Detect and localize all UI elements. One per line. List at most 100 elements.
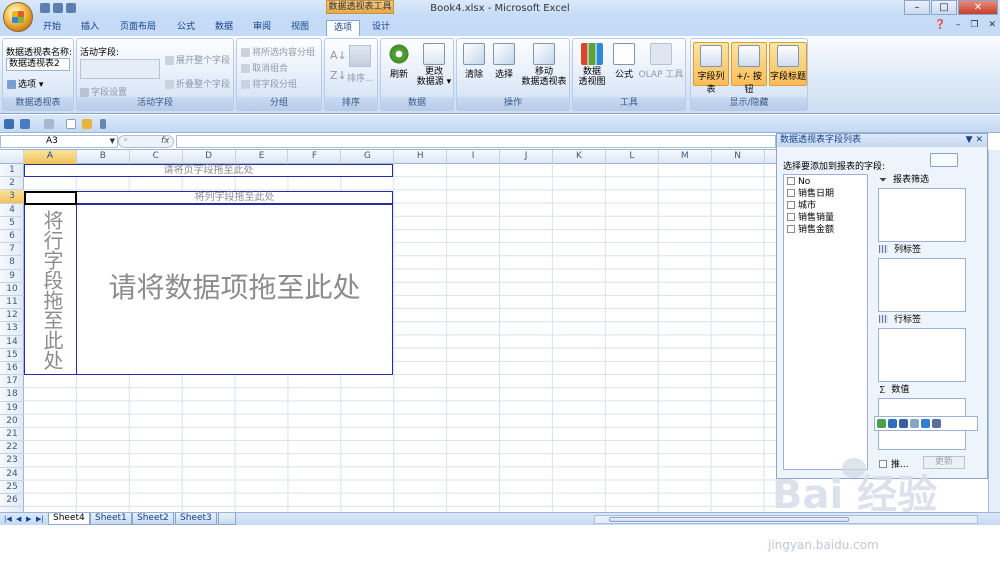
selected-cell-a3[interactable] [24, 190, 77, 205]
row-header[interactable]: 17 [0, 375, 24, 389]
row-header[interactable]: 6 [0, 230, 24, 244]
row-header[interactable]: 1 [0, 164, 24, 178]
ungroup-button[interactable]: 取消组合 [241, 61, 288, 74]
insert-function-icon[interactable]: fx [161, 136, 170, 147]
row-header[interactable]: 9 [0, 270, 24, 283]
group-field-button[interactable]: 将字段分组 [241, 77, 297, 90]
report-filter-area[interactable] [878, 188, 966, 242]
maximize-button[interactable]: □ [931, 0, 957, 15]
ime-moon-icon[interactable] [899, 419, 908, 428]
row-header[interactable]: 26 [0, 494, 24, 508]
tab-insert[interactable]: 插入 [74, 20, 106, 36]
pivot-options-button[interactable]: 选项 ▾ [7, 77, 43, 90]
select-button[interactable]: 选择 [491, 43, 517, 80]
formula-input[interactable] [176, 135, 776, 148]
row-header[interactable]: 8 [0, 256, 24, 270]
column-header[interactable]: G [341, 150, 395, 164]
cancel-icon[interactable]: ◦ [123, 136, 128, 147]
row-header[interactable]: 15 [0, 349, 24, 362]
field-list-button[interactable]: 字段列表 [693, 42, 729, 95]
row-header[interactable]: 22 [0, 441, 24, 455]
row-header[interactable]: 4 [0, 204, 24, 217]
column-header[interactable]: C [130, 150, 183, 164]
panel-layout-button[interactable] [930, 153, 958, 167]
column-header[interactable]: F [289, 150, 342, 164]
wb-close-button[interactable]: ✕ [988, 20, 996, 30]
last-sheet-icon[interactable]: ▶| [36, 515, 44, 523]
redo-icon[interactable] [44, 119, 54, 129]
column-header[interactable]: L [606, 150, 659, 164]
ime-keyboard-icon[interactable] [921, 419, 930, 428]
column-header[interactable]: N [712, 150, 765, 164]
name-box[interactable]: A3 ▼ [0, 135, 118, 148]
undo-icon[interactable] [20, 119, 30, 129]
ime-punct-icon[interactable] [910, 419, 919, 428]
sheet-tab-sheet4[interactable]: Sheet4 [48, 513, 90, 525]
sheet-tab-sheet1[interactable]: Sheet1 [90, 513, 132, 525]
row-header[interactable]: 10 [0, 283, 24, 296]
sheet-tab-sheet2[interactable]: Sheet2 [132, 513, 174, 525]
tab-formulas[interactable]: 公式 [170, 20, 202, 36]
row-header[interactable]: 23 [0, 454, 24, 468]
plus-minus-button[interactable]: +/- 按钮 [731, 42, 767, 95]
column-header[interactable]: H [394, 150, 448, 164]
column-header[interactable]: E [236, 150, 289, 164]
ime-logo-icon[interactable] [877, 419, 886, 428]
row-header[interactable]: 14 [0, 336, 24, 349]
column-header[interactable]: I [447, 150, 501, 164]
clear-button[interactable]: 清除 [461, 43, 487, 80]
column-labels-area[interactable] [878, 258, 966, 312]
tab-data[interactable]: 数据 [208, 20, 240, 36]
tab-home[interactable]: 开始 [36, 20, 68, 36]
office-button[interactable] [3, 2, 33, 32]
insert-sheet-icon[interactable] [218, 513, 236, 525]
row-header[interactable]: 24 [0, 468, 24, 481]
pivot-name-input[interactable]: 数据透视表2 [6, 58, 70, 71]
checkbox-icon[interactable] [787, 201, 795, 209]
collapse-field-button[interactable]: 折叠整个字段 [165, 77, 230, 90]
tab-page-layout[interactable]: 页面布局 [112, 20, 164, 36]
olap-tools-button[interactable]: OLAP 工具 [637, 43, 685, 80]
formulas-button[interactable]: 公式 [611, 43, 637, 80]
close-button[interactable]: ✕ [958, 0, 998, 15]
first-sheet-icon[interactable]: |◀ [4, 515, 12, 523]
row-header[interactable]: 7 [0, 243, 24, 257]
ime-wubi-icon[interactable] [888, 419, 897, 428]
panel-close-icon[interactable]: ▼ ✕ [966, 134, 983, 147]
row-header[interactable]: 13 [0, 322, 24, 336]
row-header[interactable]: 3 [0, 190, 24, 204]
row-header[interactable]: 25 [0, 481, 24, 494]
open-icon[interactable] [82, 119, 92, 129]
sort-az-icon[interactable]: A↓ [330, 49, 347, 62]
field-city[interactable]: 城市 [787, 200, 816, 212]
checkbox-icon[interactable] [787, 189, 795, 197]
tab-view[interactable]: 视图 [284, 20, 316, 36]
wb-minimize-button[interactable]: – [956, 20, 961, 30]
column-header[interactable]: B [77, 150, 130, 164]
row-header[interactable]: 2 [0, 177, 24, 191]
column-header[interactable]: K [553, 150, 606, 164]
checkbox-icon[interactable] [787, 177, 795, 185]
row-field-drop-zone[interactable]: 将行字段拖至此处 [24, 203, 77, 376]
column-header[interactable]: J [500, 150, 553, 164]
column-header[interactable]: M [659, 150, 712, 164]
field-headers-button[interactable]: 字段标题 [769, 42, 807, 86]
checkbox-icon[interactable] [787, 225, 795, 233]
pivot-chart-button[interactable]: 数据 透视图 [575, 43, 609, 87]
row-header[interactable]: 21 [0, 428, 24, 442]
ime-settings-icon[interactable] [932, 419, 941, 428]
sort-za-icon[interactable]: Z↓ [330, 69, 347, 82]
page-field-drop-zone[interactable]: 请将页字段拖至此处 [24, 164, 393, 178]
active-field-input[interactable] [80, 59, 160, 79]
row-header[interactable]: 19 [0, 402, 24, 415]
help-icon[interactable]: ❓ [935, 20, 946, 30]
wb-restore-button[interactable]: ❐ [970, 20, 978, 30]
select-all-corner[interactable] [0, 150, 24, 164]
field-no[interactable]: No [787, 176, 810, 188]
tab-review[interactable]: 审阅 [246, 20, 278, 36]
row-header[interactable]: 5 [0, 217, 24, 230]
refresh-button[interactable]: 刷新 [385, 43, 413, 80]
new-icon[interactable] [66, 119, 76, 129]
customize-qat-icon[interactable] [100, 119, 106, 129]
minimize-button[interactable]: – [904, 0, 930, 15]
